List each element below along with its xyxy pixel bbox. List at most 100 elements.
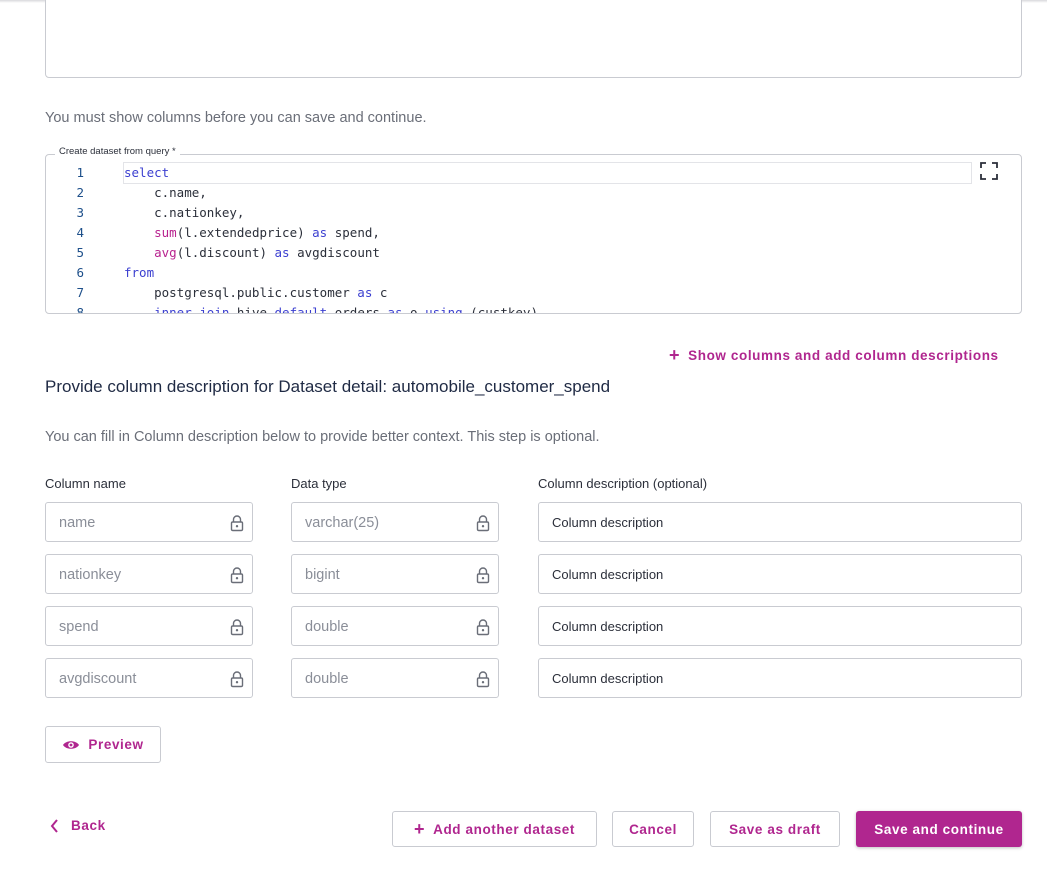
eye-icon <box>63 740 80 749</box>
sql-token: postgresql.public.customer <box>124 285 358 300</box>
code-line[interactable]: 5 avg(l.discount) as avgdiscount <box>46 243 1021 263</box>
preview-button[interactable]: Preview <box>45 726 161 763</box>
data-type-header: Data type <box>291 476 347 491</box>
show-columns-button[interactable]: + Show columns and add column descriptio… <box>669 346 999 364</box>
cancel-button[interactable]: Cancel <box>612 811 694 847</box>
column-description-input[interactable] <box>538 502 1022 542</box>
data-type-field: bigint <box>291 554 499 594</box>
column-name-value: spend <box>59 619 99 635</box>
line-number: 2 <box>76 185 84 200</box>
back-button[interactable]: Back <box>50 818 106 833</box>
sql-token: spend, <box>327 225 380 240</box>
dataset-description-textarea[interactable] <box>45 0 1022 78</box>
plus-icon: + <box>669 345 681 365</box>
save-continue-label: Save and continue <box>874 821 1004 837</box>
data-type-value: double <box>305 619 349 635</box>
code-text: avg(l.discount) as avgdiscount <box>124 243 380 263</box>
lock-icon <box>230 567 244 584</box>
lock-icon <box>476 567 490 584</box>
sql-keyword: as <box>274 245 290 260</box>
code-text: c.nationkey, <box>124 203 244 223</box>
sql-keyword: from <box>124 265 155 280</box>
plus-icon: + <box>413 819 426 839</box>
sql-keyword: default <box>274 305 328 314</box>
code-text: postgresql.public.customer as c <box>124 283 387 303</box>
code-line[interactable]: 4 sum(l.extendedprice) as spend, <box>46 223 1021 243</box>
data-type-field: varchar(25) <box>291 502 499 542</box>
data-type-field: double <box>291 606 499 646</box>
column-description-input[interactable] <box>538 554 1022 594</box>
line-number: 5 <box>76 245 84 260</box>
sql-token: hive. <box>229 305 275 314</box>
data-type-value: varchar(25) <box>305 515 380 531</box>
editor-label: Create dataset from query * <box>55 146 180 157</box>
code-text: from <box>124 263 154 283</box>
preview-label: Preview <box>88 737 144 752</box>
column-name-value: name <box>59 515 96 531</box>
code-line[interactable]: 6 from <box>46 263 1021 283</box>
add-another-dataset-button[interactable]: + Add another dataset <box>392 811 597 847</box>
sql-function: sum <box>154 225 177 240</box>
lock-icon <box>230 515 244 532</box>
line-number: 8 <box>76 305 84 314</box>
chevron-left-icon <box>50 818 58 833</box>
code-text: c.name, <box>124 183 207 203</box>
line-number: 1 <box>76 165 84 180</box>
line-number: 3 <box>76 205 84 220</box>
lock-icon <box>230 619 244 636</box>
sql-function: avg <box>154 245 177 260</box>
data-type-value: double <box>305 671 349 687</box>
code-lines[interactable]: 1 select 2 c.name, 3 c.nationkey, 4 sum(l.ex… <box>46 162 1021 314</box>
cancel-label: Cancel <box>629 821 677 837</box>
save-as-draft-button[interactable]: Save as draft <box>710 811 840 847</box>
back-label: Back <box>71 818 106 833</box>
sql-keyword: as <box>387 305 403 314</box>
fullscreen-icon[interactable] <box>979 161 999 181</box>
code-text: select <box>123 162 972 184</box>
sql-query-editor[interactable]: 1 select 2 c.name, 3 c.nationkey, 4 sum(l.ex… <box>45 154 1022 314</box>
line-number: 7 <box>76 285 84 300</box>
data-type-value: bigint <box>305 567 340 583</box>
lock-icon <box>476 671 490 688</box>
column-name-header: Column name <box>45 476 126 491</box>
column-name-field: avgdiscount <box>45 658 253 698</box>
section-hint: You can fill in Column description below… <box>45 429 600 445</box>
code-text: sum(l.extendedprice) as spend, <box>124 223 380 243</box>
line-number: 6 <box>76 265 84 280</box>
add-another-label: Add another dataset <box>433 821 576 837</box>
code-line[interactable]: 7 postgresql.public.customer as c <box>46 283 1021 303</box>
column-description-header: Column description (optional) <box>538 476 708 491</box>
save-draft-label: Save as draft <box>729 821 821 837</box>
column-name-field: name <box>45 502 253 542</box>
column-description-input[interactable] <box>538 658 1022 698</box>
sql-keyword: select <box>124 165 170 180</box>
sql-keyword: as <box>312 225 328 240</box>
sql-token: (l.extendedprice) <box>176 225 313 240</box>
column-name-value: nationkey <box>59 567 122 583</box>
sql-token: o <box>402 305 426 314</box>
sql-keyword: using <box>425 305 463 314</box>
column-name-value: avgdiscount <box>59 671 137 687</box>
data-type-field: double <box>291 658 499 698</box>
sql-keyword: as <box>357 285 373 300</box>
save-and-continue-button[interactable]: Save and continue <box>856 811 1022 847</box>
code-text: inner join hive.default.orders as o usin… <box>124 303 538 314</box>
sql-token: avgdiscount <box>289 245 380 260</box>
sql-token: c.nationkey, <box>124 205 245 220</box>
column-description-input[interactable] <box>538 606 1022 646</box>
code-line[interactable]: 1 select <box>46 162 1021 184</box>
sql-token: c.name, <box>124 185 207 200</box>
line-number: 4 <box>76 225 84 240</box>
lock-icon <box>476 515 490 532</box>
column-name-field: nationkey <box>45 554 253 594</box>
code-line[interactable]: 3 c.nationkey, <box>46 203 1021 223</box>
column-name-field: spend <box>45 606 253 646</box>
code-line[interactable]: 2 c.name, <box>46 183 1021 203</box>
code-line[interactable]: 8 inner join hive.default.orders as o us… <box>46 303 1021 314</box>
lock-icon <box>476 619 490 636</box>
sql-keyword: inner join <box>154 305 230 314</box>
sql-token: (l.discount) <box>176 245 275 260</box>
